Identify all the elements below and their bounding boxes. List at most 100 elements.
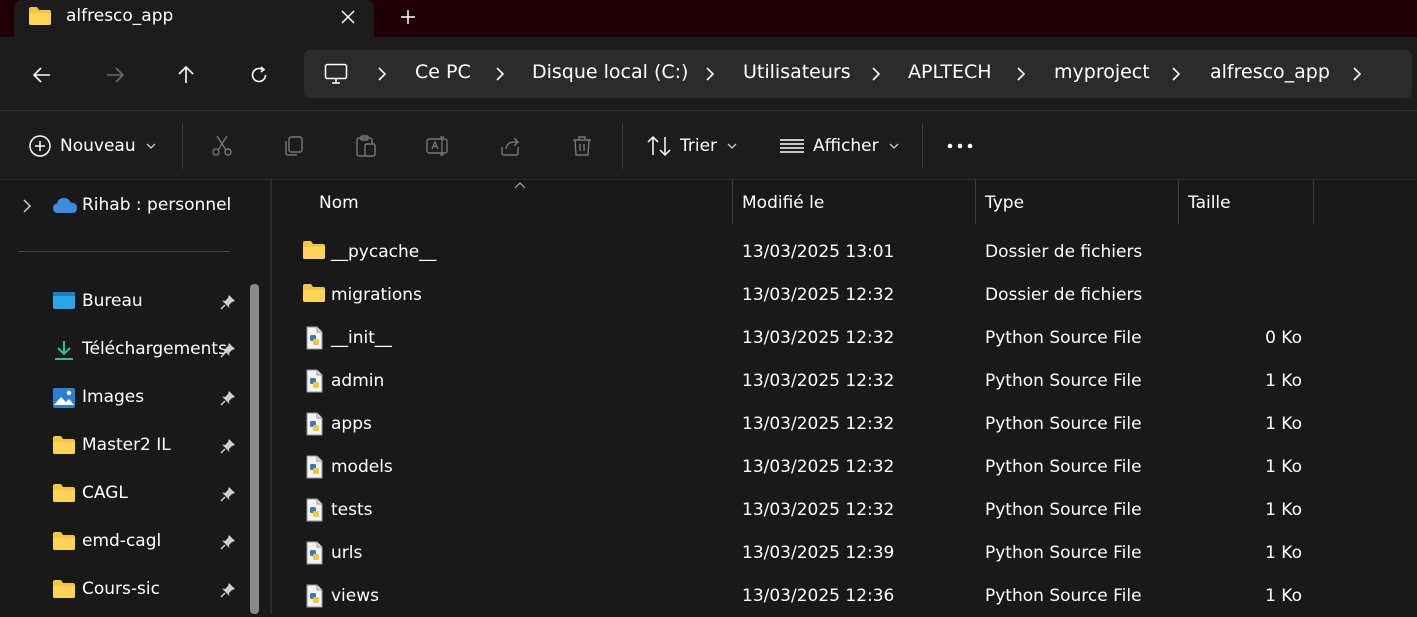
- sidebar-item-bureau[interactable]: Bureau: [0, 282, 250, 322]
- python-file-icon: [303, 369, 325, 398]
- breadcrumb-myproject[interactable]: myproject: [1054, 61, 1150, 83]
- file-name: views: [331, 586, 380, 606]
- sidebar-item-cagl[interactable]: CAGL: [0, 474, 250, 514]
- file-size: 1 Ko: [1265, 543, 1302, 563]
- tab-title: alfresco_app: [66, 6, 174, 26]
- back-button[interactable]: [26, 59, 58, 91]
- sidebar-item-telechargements[interactable]: Téléchargements: [0, 330, 250, 370]
- chevron-right-icon[interactable]: [1166, 64, 1186, 84]
- refresh-button[interactable]: [243, 59, 275, 91]
- pin-icon[interactable]: [220, 294, 236, 315]
- file-row[interactable]: models 13/03/2025 12:32 Python Source File…: [272, 445, 1417, 488]
- arrow-up-icon: [178, 65, 194, 83]
- breadcrumb-apltech[interactable]: APLTECH: [908, 61, 992, 83]
- sidebar-item-images[interactable]: Images: [0, 378, 250, 418]
- forward-button[interactable]: [99, 59, 131, 91]
- up-button[interactable]: [170, 59, 202, 91]
- view-button[interactable]: Afficher: [779, 111, 899, 181]
- sidebar-item-label: Bureau: [82, 291, 143, 311]
- title-bar: alfresco_app: [0, 0, 1417, 37]
- folder-icon: [302, 240, 326, 265]
- python-file-icon: [303, 412, 325, 441]
- chevron-right-icon[interactable]: [866, 64, 886, 84]
- more-options-button[interactable]: [947, 111, 973, 181]
- breadcrumb-disque-local[interactable]: Disque local (C:): [532, 61, 688, 83]
- rename-button[interactable]: [425, 111, 451, 181]
- folder-icon: [52, 531, 76, 556]
- close-tab-button[interactable]: [334, 3, 362, 31]
- sidebar-item-cours-sic[interactable]: Cours-sic: [0, 570, 250, 610]
- breadcrumb-ce-pc[interactable]: Ce PC: [415, 61, 471, 83]
- breadcrumb-utilisateurs[interactable]: Utilisateurs: [743, 61, 851, 83]
- pin-icon[interactable]: [220, 438, 236, 459]
- address-bar[interactable]: Ce PC Disque local (C:) Utilisateurs APL…: [304, 50, 1412, 98]
- view-label: Afficher: [813, 136, 879, 156]
- cut-button[interactable]: [210, 111, 234, 181]
- toolbar-divider: [922, 123, 923, 169]
- scissors-icon: [212, 135, 232, 156]
- file-size: 1 Ko: [1265, 371, 1302, 391]
- sidebar-item-onedrive[interactable]: Rihab : personnel: [0, 186, 250, 226]
- tab-alfresco-app[interactable]: alfresco_app: [14, 0, 374, 37]
- share-button[interactable]: [498, 111, 522, 181]
- file-row[interactable]: migrations 13/03/2025 12:32 Dossier de fic…: [272, 273, 1417, 316]
- new-tab-button[interactable]: [394, 3, 422, 31]
- file-type: Python Source File: [985, 414, 1142, 434]
- file-row[interactable]: urls 13/03/2025 12:39 Python Source File 1 …: [272, 531, 1417, 574]
- column-divider[interactable]: [1313, 180, 1314, 224]
- file-name: __init__: [331, 328, 392, 348]
- desktop-icon: [52, 291, 76, 316]
- pictures-icon: [52, 387, 76, 414]
- sort-ascending-icon: [514, 182, 526, 189]
- file-modified: 13/03/2025 12:32: [742, 328, 895, 348]
- pin-icon[interactable]: [220, 486, 236, 507]
- chevron-right-icon[interactable]: [700, 64, 720, 84]
- file-type: Python Source File: [985, 457, 1142, 477]
- sidebar-item-label: emd-cagl: [82, 531, 162, 551]
- column-header-type[interactable]: Type: [976, 180, 1178, 224]
- python-file-icon: [303, 584, 325, 613]
- pin-icon[interactable]: [220, 582, 236, 603]
- file-row[interactable]: __init__ 13/03/2025 12:32 Python Source Fi…: [272, 316, 1417, 359]
- pin-icon[interactable]: [220, 342, 236, 363]
- chevron-right-icon[interactable]: [22, 198, 32, 218]
- breadcrumb-alfresco-app[interactable]: alfresco_app: [1210, 61, 1330, 83]
- file-name: migrations: [331, 285, 422, 305]
- file-name: models: [331, 457, 393, 477]
- column-header-modified[interactable]: Modifié le: [733, 180, 975, 224]
- file-row[interactable]: admin 13/03/2025 12:32 Python Source File 1…: [272, 359, 1417, 402]
- chevron-right-icon[interactable]: [1011, 64, 1031, 84]
- pin-icon[interactable]: [220, 390, 236, 411]
- folder-icon: [52, 483, 76, 508]
- file-row[interactable]: apps 13/03/2025 12:32 Python Source File 1 …: [272, 402, 1417, 445]
- file-row[interactable]: tests 13/03/2025 12:32 Python Source File 1…: [272, 488, 1417, 531]
- pin-icon[interactable]: [220, 534, 236, 555]
- sort-button[interactable]: Trier: [646, 111, 737, 181]
- copy-button[interactable]: [282, 111, 306, 181]
- more-icon: [947, 143, 973, 149]
- sidebar-item-label: CAGL: [82, 483, 128, 503]
- chevron-right-icon[interactable]: [372, 64, 392, 84]
- sidebar-item-emd-cagl[interactable]: emd-cagl: [0, 522, 250, 562]
- file-size: 1 Ko: [1265, 500, 1302, 520]
- delete-button[interactable]: [570, 111, 594, 181]
- toolbar-divider: [622, 123, 623, 169]
- cloud-icon: [52, 196, 78, 219]
- download-icon: [52, 339, 76, 366]
- column-header-size[interactable]: Taille: [1179, 180, 1313, 224]
- paste-button[interactable]: [354, 111, 378, 181]
- file-row[interactable]: __pycache__ 13/03/2025 13:01 Dossier de fi…: [272, 230, 1417, 273]
- sidebar-scrollbar[interactable]: [250, 284, 259, 614]
- column-header-name[interactable]: Nom: [272, 180, 732, 224]
- sidebar-item-master2-il[interactable]: Master2 IL: [0, 426, 250, 466]
- arrow-left-icon: [32, 67, 50, 83]
- column-header-label: Nom: [319, 193, 359, 213]
- new-button[interactable]: Nouveau: [28, 111, 156, 181]
- chevron-right-icon[interactable]: [490, 64, 510, 84]
- plus-icon: [401, 10, 415, 24]
- column-header-label: Modifié le: [742, 193, 825, 213]
- file-name: tests: [331, 500, 373, 520]
- chevron-right-icon[interactable]: [1347, 64, 1367, 84]
- file-row[interactable]: views 13/03/2025 12:36 Python Source File 1…: [272, 574, 1417, 617]
- chevron-down-icon: [727, 143, 737, 149]
